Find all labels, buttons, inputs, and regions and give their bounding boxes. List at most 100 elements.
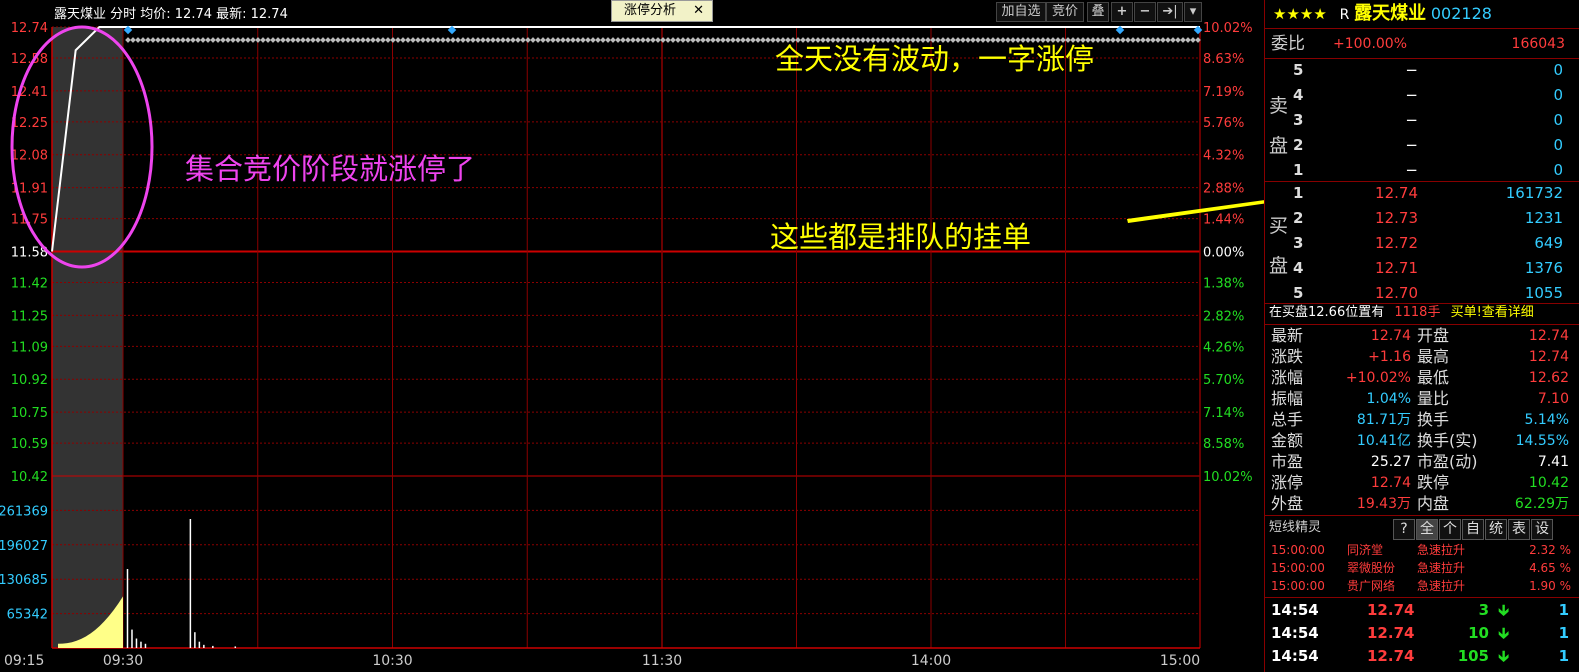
sell-level-row: 1 − 0 [1293,160,1563,180]
plus-button[interactable]: + [1111,2,1133,22]
sprite-row[interactable]: 15:00:00 贵广网络 急速拉升 1.90 % [1271,577,1571,595]
limit-up-marker [655,37,661,43]
limit-up-marker [490,37,496,43]
limit-up-marker [645,37,651,43]
overlay-button[interactable]: 叠 [1087,2,1109,22]
stat-value: 81.71万 [1356,412,1411,428]
limit-up-marker [465,37,471,43]
limit-up-marker [690,37,696,43]
limit-up-marker [750,37,756,43]
stat-label: 金额 [1271,431,1304,450]
limit-up-marker [575,37,581,43]
limit-up-marker [710,37,716,43]
weibi-pct: +100.00% [1333,36,1408,52]
level-volume: 0 [1553,136,1563,154]
minus-button[interactable]: − [1134,2,1156,22]
quote-panel: ★★★★ R 露天煤业 002128 委比 +100.00% 166043 卖盘… [1264,0,1579,672]
limit-up-marker [485,37,491,43]
stats-row: 总手 81.71万 换手 5.14% [1271,410,1571,430]
sell-level-row: 5 − 0 [1293,60,1563,80]
limit-up-marker [545,37,551,43]
limit-up-marker [340,37,346,43]
stat-value: +10.02% [1345,370,1411,386]
pct-tick-label: 5.70% [1203,373,1244,388]
time-tick-label: 15:00 [1160,653,1200,669]
price-tick-label: 10.75 [11,406,48,421]
limit-up-marker [245,37,251,43]
tick-price: 12.74 [1367,624,1415,642]
auction-button[interactable]: 竞价 [1046,2,1084,22]
limit-up-marker [445,37,451,43]
sprite-tab[interactable]: 设 [1531,519,1553,540]
limit-up-marker [615,37,621,43]
sprite-tab[interactable]: 表 [1508,519,1530,540]
notice-right: 买单!查看详细 [1450,305,1534,320]
limit-up-marker [1170,37,1176,43]
forward-icon[interactable]: ➔| [1157,2,1183,22]
stats-row: 振幅 1.04% 量比 7.10 [1271,389,1571,409]
sprite-tab[interactable]: 统 [1485,519,1507,540]
tick-time: 14:54 [1271,601,1319,619]
add-favorite-button[interactable]: 加自选 [996,2,1046,22]
sprite-row[interactable]: 15:00:00 翠微股份 急速拉升 4.65 % [1271,559,1571,577]
limit-up-marker [255,37,261,43]
sprite-pct: 4.65 % [1529,561,1571,575]
level-volume: 0 [1553,161,1563,179]
sprite-tab[interactable]: 自 [1462,519,1484,540]
level-volume: 0 [1553,111,1563,129]
limit-up-marker [170,37,176,43]
limit-up-marker [175,37,181,43]
limit-up-marker [165,37,171,43]
sprite-tab[interactable]: 个 [1439,519,1461,540]
volume-tick-label: 196027 [0,539,48,554]
limit-up-marker [140,37,146,43]
stat-value: +1.16 [1368,349,1411,365]
tick-price: 12.74 [1367,601,1415,619]
level-label: 2 [1293,209,1304,227]
limit-up-marker [1100,37,1106,43]
limit-up-marker [480,37,486,43]
limit-up-marker [135,37,141,43]
limit-up-marker [350,37,356,43]
sell-level-row: 4 − 0 [1293,85,1563,105]
limit-up-marker [695,37,701,43]
sprite-pct: 1.90 % [1529,579,1571,593]
sprite-tab[interactable]: 全 [1416,519,1438,540]
limit-up-marker [230,37,236,43]
annotation-no-fluctuation: 全天没有波动，一字涨停 [775,42,1095,76]
limit-up-marker [210,37,216,43]
limit-up-marker [355,37,361,43]
limit-up-marker [570,37,576,43]
level-price: − [1405,161,1418,179]
pct-tick-label: 0.00% [1203,246,1244,261]
pct-tick-label: 4.32% [1203,149,1244,164]
pct-tick-label: 2.82% [1203,309,1244,324]
level-volume: 0 [1553,61,1563,79]
stat-value: 19.43万 [1356,496,1411,512]
pct-tick-label: 1.44% [1203,213,1244,228]
level-label: 3 [1293,111,1304,129]
sprite-tab[interactable]: ? [1393,519,1415,540]
sprite-row[interactable]: 15:00:00 同济堂 急速拉升 2.32 % [1271,541,1571,559]
limit-up-marker [1135,37,1141,43]
close-icon[interactable]: ✕ [693,1,704,21]
limit-up-marker [1175,37,1181,43]
limit-up-marker [470,37,476,43]
level-volume: 649 [1534,234,1563,252]
pct-tick-label: 1.38% [1203,276,1244,291]
limit-up-marker [130,37,136,43]
level-label: 1 [1293,161,1304,179]
tick-time: 14:54 [1271,624,1319,642]
level-label: 4 [1293,259,1304,277]
limit-up-marker [600,37,606,43]
stat-value: 10.42 [1528,475,1569,491]
big-order-notice[interactable]: 在买盘12.66位置有 1118手 买单!查看详细 [1269,303,1575,323]
stat-label: 最低 [1417,368,1450,387]
chevron-down-icon[interactable]: ▾ [1184,2,1202,22]
stat-label: 振幅 [1271,389,1304,408]
pct-tick-label: 8.58% [1203,437,1244,452]
stat-label: 开盘 [1417,326,1450,345]
tab-limit-up-analysis[interactable]: 涨停分析 ✕ [611,0,713,22]
limit-up-marker [510,37,516,43]
intraday-chart: 12.74 10.02% 12.58 8.63% 12.41 7.19% 12.25 5.76… [0,0,1264,672]
